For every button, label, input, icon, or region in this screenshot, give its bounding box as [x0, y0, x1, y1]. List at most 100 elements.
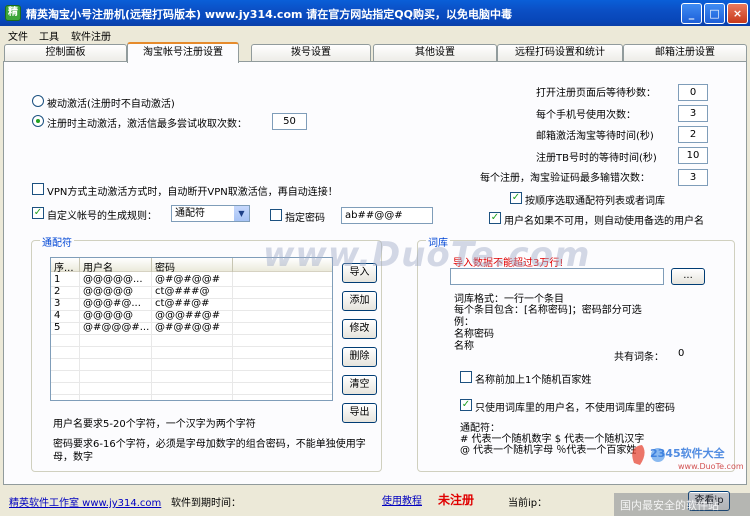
menu-tools[interactable]: 工具	[39, 28, 59, 43]
col-username[interactable]: 用户名	[83, 259, 113, 274]
captcha-err-label: 每个注册，淘宝验证码最多输错次数：	[480, 173, 650, 184]
brand-url: www.DuoTe.com	[678, 462, 744, 471]
grid-line	[51, 334, 332, 335]
row-username: @#@@@#...	[83, 322, 150, 333]
table-row[interactable]: 4 @@@@@ @@@##@#	[51, 310, 332, 322]
maximize-button[interactable]: □	[704, 3, 725, 24]
tab-dial[interactable]: 拨号设置	[251, 44, 371, 62]
phone-uses-input[interactable]: 3	[678, 105, 708, 122]
row-password: ct@##@#	[155, 298, 210, 309]
row-password: ct@###@	[155, 286, 210, 297]
vpn-activate-label: VPN方式主动激活方式时，自动断开VPN取激活信，再自动连接！	[47, 187, 338, 198]
wildcard-list[interactable]: 序... 用户名 密码 1 @@@@@... @#@#@@# 2 @@@@@ c…	[50, 257, 333, 401]
fallback-username-checkbox[interactable]: ✓	[489, 212, 501, 224]
app-icon: 精	[5, 5, 21, 21]
menu-bar: 文件 工具 软件注册	[0, 26, 750, 43]
expire-label: 软件到期时间：	[171, 498, 241, 509]
wildcard-help-2: @ 代表一个随机字母 ％代表一个百家姓	[460, 445, 637, 456]
studio-link[interactable]: 精英软件工作室 www.jy314.com	[9, 494, 161, 509]
title-bar: 精 精英淘宝小号注册机(远程打码版本) www.jy314.com 请在官方网站…	[0, 0, 750, 26]
grid-line	[51, 370, 332, 371]
window-title: 精英淘宝小号注册机(远程打码版本) www.jy314.com 请在官方网站指定…	[26, 8, 512, 21]
col-divider	[232, 258, 233, 272]
mail-wait-input[interactable]: 2	[678, 126, 708, 143]
fixed-password-input[interactable]: ab##@@#	[341, 207, 433, 224]
seq-select-label: 按顺序选取通配符列表或者词库	[525, 196, 665, 207]
row-username: @@@@@	[83, 286, 133, 297]
add-button[interactable]: 添加	[342, 291, 377, 311]
fallback-username-label: 用户名如果不可用，则自动使用备选的用户名	[504, 216, 704, 227]
table-row[interactable]: 3 @@@#@... ct@##@#	[51, 298, 332, 310]
menu-register[interactable]: 软件注册	[71, 28, 111, 43]
row-index: 3	[54, 298, 61, 309]
brand-name: 2345软件大全	[650, 447, 725, 460]
mail-wait-label: 邮箱激活淘宝等待时间(秒)	[536, 131, 654, 142]
grid-line	[51, 358, 332, 359]
total-entries-value: 0	[678, 348, 685, 359]
vpn-activate-checkbox[interactable]	[32, 183, 44, 195]
fixed-password-label: 指定密码	[285, 213, 325, 224]
activate-tries-input[interactable]: 50	[272, 113, 307, 130]
table-row[interactable]: 5 @#@@@#... @#@#@@#	[51, 322, 332, 334]
table-row[interactable]: 1 @@@@@... @#@#@@#	[51, 274, 332, 286]
fixed-password-checkbox[interactable]	[270, 209, 282, 221]
grid-line	[51, 286, 332, 287]
edit-button[interactable]: 修改	[342, 319, 377, 339]
captcha-err-input[interactable]: 3	[678, 169, 708, 186]
settings-panel: 被动激活(注册时不自动激活) 注册时主动激活，激活信最多尝试收取次数： 50 打…	[3, 61, 747, 485]
grid-line	[51, 394, 332, 395]
seq-select-checkbox[interactable]: ✓	[510, 192, 522, 204]
brand-slogan: 国内最安全的软件站	[620, 499, 719, 512]
wait-open-input[interactable]: 0	[678, 84, 708, 101]
only-username-label: 只使用词库里的用户名，不使用词库里的密码	[475, 403, 675, 414]
close-button[interactable]: ×	[727, 3, 748, 24]
row-password: @@@##@#	[155, 310, 221, 321]
active-activate-radio[interactable]	[32, 115, 44, 127]
wildcard-legend: 通配符	[40, 234, 74, 249]
export-button[interactable]: 导出	[342, 403, 377, 423]
col-divider	[79, 258, 80, 272]
grid-line	[51, 298, 332, 299]
rule-type-select[interactable]: 通配符 ▼	[171, 205, 250, 222]
passive-activate-label: 被动激活(注册时不自动激活)	[47, 99, 175, 110]
custom-rule-checkbox[interactable]: ✓	[32, 207, 44, 219]
password-rule-note-cont: 母，数字	[53, 452, 93, 463]
minimize-button[interactable]: _	[681, 3, 702, 24]
col-password[interactable]: 密码	[155, 259, 175, 274]
username-rule-note: 用户名要求5-20个字符，一个汉字为两个字符	[53, 419, 256, 430]
menu-file[interactable]: 文件	[8, 28, 28, 43]
tb-wait-label: 注册TB号时的等待时间(秒)	[536, 153, 657, 164]
tab-other[interactable]: 其他设置	[373, 44, 497, 62]
row-username: @@@@@...	[83, 274, 143, 285]
brand-watermark: 2345软件大全 www.DuoTe.com 国内最安全的软件站	[614, 441, 750, 516]
random-surname-label: 名称前加上1个随机百家姓	[475, 375, 592, 386]
format-line-5: 名称	[454, 341, 474, 352]
grid-line	[51, 310, 332, 311]
delete-button[interactable]: 删除	[342, 347, 377, 367]
passive-activate-radio[interactable]	[32, 95, 44, 107]
tutorial-link[interactable]: 使用教程	[382, 492, 422, 507]
browse-button[interactable]: ...	[671, 268, 705, 285]
wait-open-label: 打开注册页面后等待秒数：	[536, 88, 656, 99]
row-password: @#@#@@#	[155, 274, 221, 285]
grid-line	[51, 382, 332, 383]
tab-remote-captcha[interactable]: 远程打码设置和统计	[497, 44, 623, 62]
phone-uses-label: 每个手机号使用次数：	[536, 110, 636, 121]
row-index: 4	[54, 310, 61, 321]
random-surname-checkbox[interactable]	[460, 371, 472, 383]
rule-type-value: 通配符	[175, 208, 205, 219]
tab-taobao-account[interactable]: 淘宝帐号注册设置	[127, 42, 239, 63]
row-index: 2	[54, 286, 61, 297]
row-index: 1	[54, 274, 61, 285]
only-username-checkbox[interactable]: ✓	[460, 399, 472, 411]
table-row[interactable]: 2 @@@@@ ct@###@	[51, 286, 332, 298]
col-index[interactable]: 序...	[54, 259, 74, 274]
clear-button[interactable]: 清空	[342, 375, 377, 395]
row-username: @@@@@	[83, 310, 133, 321]
tb-wait-input[interactable]: 10	[678, 147, 708, 164]
tab-mail-register[interactable]: 邮箱注册设置	[623, 44, 747, 62]
active-activate-label: 注册时主动激活，激活信最多尝试收取次数：	[47, 119, 247, 130]
unregistered-status: 未注册	[438, 493, 475, 507]
chevron-down-icon: ▼	[234, 206, 249, 221]
tab-control-panel[interactable]: 控制面板	[4, 44, 127, 62]
